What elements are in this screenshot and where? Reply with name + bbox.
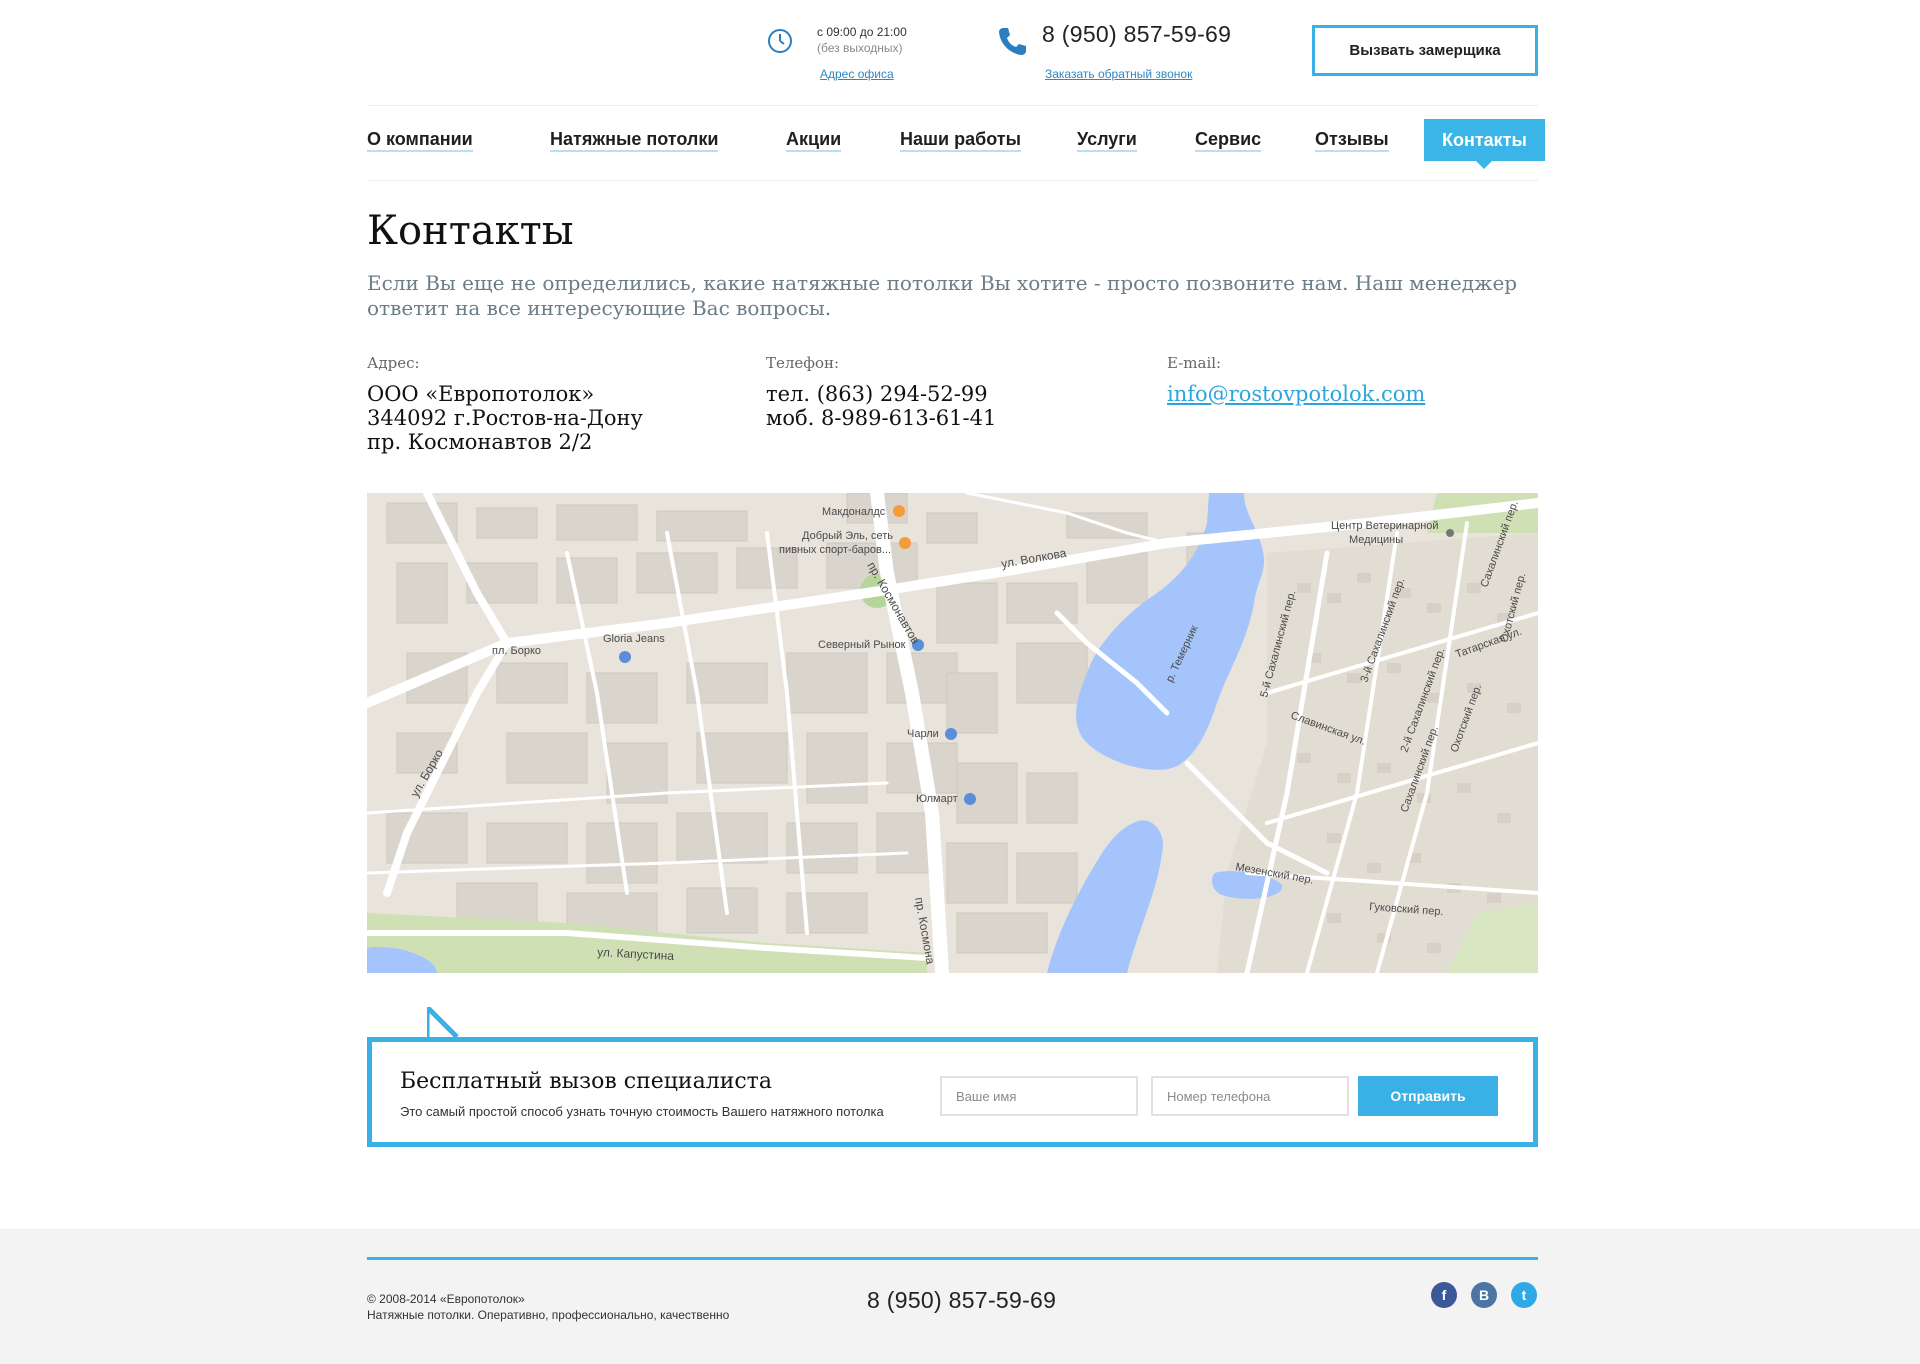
address-label: Адрес: [367,354,420,372]
address-block: Адрес: ООО «Европотолок» 344092 г.Ростов… [367,354,643,454]
vk-icon[interactable]: В [1471,1282,1497,1308]
map-label: Gloria Jeans [603,633,665,645]
nav-item-label: Наши работы [900,129,1021,152]
map-label: Добрый Эль, сеть [802,530,893,542]
twitter-icon[interactable]: t [1511,1282,1537,1308]
phone-icon [999,28,1026,55]
page-intro: Если Вы еще не определились, какие натяж… [367,271,1518,320]
nav-item-label: Услуги [1077,129,1137,152]
restaurant-pin-icon [893,505,905,517]
address-line: 344092 г.Ростов-на-Дону [367,406,643,430]
phone-line: тел. (863) 294-52-99 [766,382,988,406]
twitter-glyph: t [1521,1287,1527,1303]
footer-divider [367,1257,1538,1260]
header-phone[interactable]: 8 (950) 857-59-69 [1042,21,1231,48]
charli-pin-icon [945,728,957,740]
office-address-link[interactable]: Адрес офиса [820,67,894,81]
main-nav: О компании Натяжные потолки Акции Наши р… [367,119,1545,169]
nav-item-services[interactable]: Услуги [1077,119,1137,161]
map-label: Юлмарт [916,793,958,805]
call-measurer-button[interactable]: Вызвать замерщика [1312,25,1538,76]
facebook-icon[interactable]: f [1431,1282,1457,1308]
footer-tagline: Натяжные потолки. Оперативно, профессион… [367,1308,730,1322]
nav-item-label: О компании [367,129,473,152]
map-label: пл. Борко [492,645,541,657]
nav-item-ceilings[interactable]: Натяжные потолки [550,119,719,161]
hours-note: (без выходных) [817,41,903,55]
nav-item-service[interactable]: Сервис [1195,119,1262,161]
name-input[interactable] [940,1076,1138,1116]
facebook-glyph: f [1441,1287,1447,1303]
vk-glyph: В [1478,1287,1490,1303]
site-footer: © 2008-2014 «Европотолок» Натяжные потол… [0,1229,1920,1364]
yulmart-pin-icon [964,793,976,805]
address-line: ООО «Европотолок» [367,382,595,406]
location-map[interactable]: Макдоналдс Добрый Эль, сеть пивных спорт… [367,493,1538,973]
page-title: Контакты [367,208,574,254]
copyright: © 2008-2014 «Европотолок» [367,1292,525,1306]
form-subtitle: Это самый простой способ узнать точную с… [400,1104,884,1119]
nav-divider [367,180,1538,181]
map-label: пивных спорт-баров... [779,544,891,556]
form-box: Бесплатный вызов специалиста Это самый п… [367,1037,1538,1147]
footer-phone[interactable]: 8 (950) 857-59-69 [867,1287,1056,1314]
site-header: с 09:00 до 21:00 (без выходных) Адрес оф… [367,0,1538,106]
nav-item-promo[interactable]: Акции [786,119,842,161]
clock-icon [768,29,792,53]
nav-item-about[interactable]: О компании [367,119,473,161]
phone-line: моб. 8-989-613-61-41 [766,406,997,430]
map-label: Медицины [1349,534,1403,546]
header-divider [367,105,1538,106]
nav-item-works[interactable]: Наши работы [900,119,1021,161]
map-canvas: Макдоналдс Добрый Эль, сеть пивных спорт… [367,493,1538,973]
hours-text: с 09:00 до 21:00 [817,25,907,39]
callback-form: Бесплатный вызов специалиста Это самый п… [367,1007,1538,1147]
phone-block: Телефон: тел. (863) 294-52-99 моб. 8-989… [766,354,996,430]
nav-item-label: Натяжные потолки [550,129,719,152]
map-label: Центр Ветеринарной [1331,520,1439,532]
shop-pin-icon [619,651,631,663]
email-block: E-mail: info@rostovpotolok.com [1167,354,1425,406]
address-line: пр. Космонавтов 2/2 [367,430,593,454]
nav-item-label: Контакты [1442,129,1527,150]
nav-item-label: Сервис [1195,129,1262,152]
nav-item-reviews[interactable]: Отзывы [1315,119,1389,161]
phone-input[interactable] [1151,1076,1349,1116]
form-title: Бесплатный вызов специалиста [400,1069,772,1094]
map-label: Макдоналдс [822,506,886,518]
nav-item-label: Отзывы [1315,129,1389,152]
bar-pin-icon [899,537,911,549]
copyright-block: © 2008-2014 «Европотолок» Натяжные потол… [367,1291,729,1323]
nav-item-contacts[interactable]: Контакты [1424,119,1545,169]
nav-item-label: Акции [786,129,842,152]
email-link[interactable]: info@rostovpotolok.com [1167,382,1425,406]
phone-label: Телефон: [766,354,840,372]
map-label: Чарли [907,728,939,740]
vet-pin-icon [1446,529,1454,537]
email-label: E-mail: [1167,354,1222,372]
map-label: Северный Рынок [818,639,906,651]
callback-link[interactable]: Заказать обратный звонок [1045,67,1192,81]
submit-button[interactable]: Отправить [1358,1076,1498,1116]
